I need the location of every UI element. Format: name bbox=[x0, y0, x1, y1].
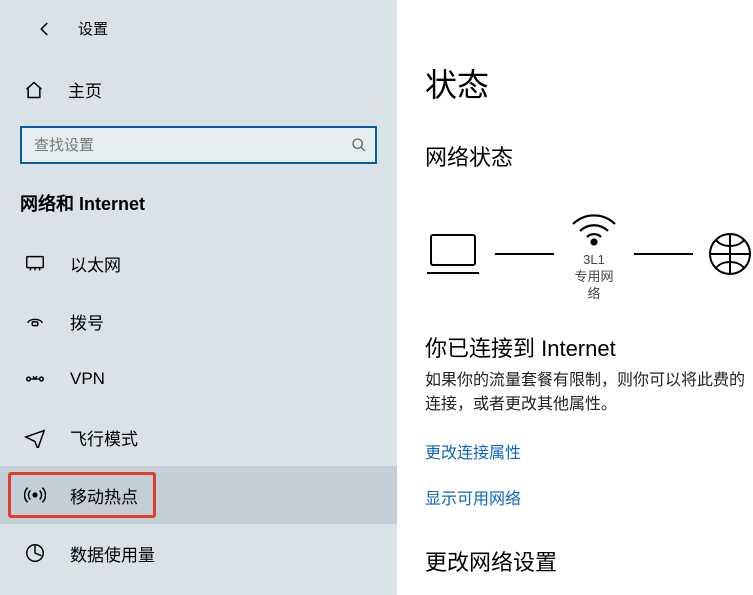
dialup-icon bbox=[24, 310, 46, 332]
diagram-line bbox=[495, 253, 554, 255]
sidebar-item-label: 拨号 bbox=[70, 309, 104, 334]
hotspot-icon bbox=[24, 484, 46, 506]
sidebar-item-dialup[interactable]: 拨号 bbox=[0, 292, 397, 350]
sidebar-item-datausage[interactable]: 数据使用量 bbox=[0, 524, 397, 582]
vpn-icon bbox=[24, 368, 46, 390]
sidebar-item-label: 以太网 bbox=[70, 251, 121, 276]
nav-list: 以太网 拨号 VPN 飞行模式 移动热点 bbox=[0, 234, 397, 582]
topbar: 设置 bbox=[0, 0, 397, 49]
connected-title: 你已连接到 Internet bbox=[425, 331, 753, 363]
sidebar-section-title: 网络和 Internet bbox=[0, 164, 397, 224]
home-row[interactable]: 主页 bbox=[0, 67, 397, 112]
home-icon bbox=[24, 80, 46, 100]
settings-sidebar: 设置 主页 网络和 Internet 以太网 拨号 bbox=[0, 0, 397, 595]
sidebar-item-hotspot[interactable]: 移动热点 bbox=[0, 466, 397, 524]
ethernet-icon bbox=[24, 252, 46, 274]
search-icon bbox=[351, 137, 367, 153]
globe-icon bbox=[707, 231, 753, 277]
network-diagram: 3L1 专用网络 bbox=[425, 206, 753, 303]
home-label: 主页 bbox=[68, 77, 102, 102]
network-status-heading: 网络状态 bbox=[425, 140, 753, 172]
change-connection-link[interactable]: 更改连接属性 bbox=[425, 439, 753, 463]
diagram-line bbox=[634, 253, 693, 255]
show-networks-link[interactable]: 显示可用网络 bbox=[425, 485, 753, 509]
wifi-name: 3L1 bbox=[568, 252, 619, 269]
change-network-settings-heading: 更改网络设置 bbox=[425, 545, 753, 577]
settings-title: 设置 bbox=[78, 18, 108, 39]
sidebar-item-label: 飞行模式 bbox=[70, 425, 138, 450]
connected-desc: 如果你的流量套餐有限制，则你可以将此费的连接，或者更改其他属性。 bbox=[425, 369, 745, 417]
page-title: 状态 bbox=[425, 60, 753, 106]
device-icon bbox=[425, 231, 481, 277]
wifi-node: 3L1 专用网络 bbox=[568, 206, 619, 303]
sidebar-item-ethernet[interactable]: 以太网 bbox=[0, 234, 397, 292]
datausage-icon bbox=[24, 542, 46, 564]
sidebar-item-airplane[interactable]: 飞行模式 bbox=[0, 408, 397, 466]
main-panel: 状态 网络状态 3L1 专用网络 你已连接到 Internet 如果你的流量套餐… bbox=[397, 0, 753, 595]
airplane-icon bbox=[24, 426, 46, 448]
sidebar-item-label: VPN bbox=[70, 369, 105, 389]
search-input[interactable] bbox=[20, 126, 377, 164]
wifi-sub: 专用网络 bbox=[568, 269, 619, 303]
sidebar-item-label: 数据使用量 bbox=[70, 541, 155, 566]
search-wrap bbox=[20, 126, 377, 164]
sidebar-item-vpn[interactable]: VPN bbox=[0, 350, 397, 408]
sidebar-item-label: 移动热点 bbox=[70, 483, 138, 508]
back-icon[interactable] bbox=[36, 20, 54, 38]
